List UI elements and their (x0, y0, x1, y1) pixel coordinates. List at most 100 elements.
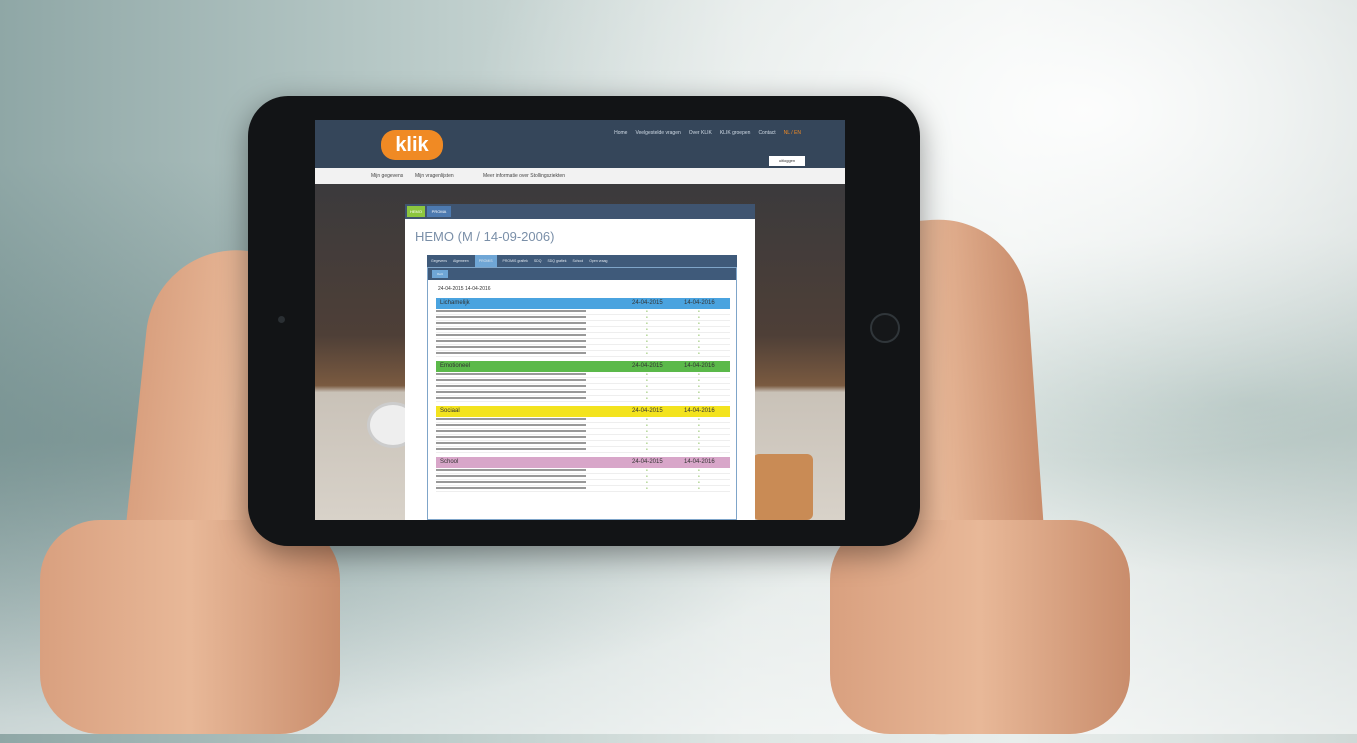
answer-dot-1: ● (646, 435, 648, 439)
row-text-placeholder (436, 430, 586, 433)
tab-algemeen[interactable]: Algemeen (453, 255, 469, 267)
tab-promis[interactable]: PROMIS (474, 255, 497, 267)
tab-proma[interactable]: PROMA (427, 206, 451, 217)
tablet-screen: klik Home Veelgestelde vragen Over KLIK … (315, 120, 845, 520)
section-title: Emotioneel (440, 363, 471, 369)
sub-nav: Mijn gegevens Mijn vragenlijsten Meer in… (315, 168, 845, 184)
answer-dot-2: ● (698, 390, 700, 394)
tab-gegevens[interactable]: Gegevens (431, 255, 447, 267)
answer-dot-1: ● (646, 384, 648, 388)
row-text-placeholder (436, 397, 586, 400)
answer-dot-2: ● (698, 327, 700, 331)
answer-dot-2: ● (698, 351, 700, 355)
answer-dot-1: ● (646, 390, 648, 394)
answer-dot-2: ● (698, 339, 700, 343)
answer-dot-1: ● (646, 321, 648, 325)
section-emotioneel: Emotioneel 24-04-2015 14-04-2016 ● ● ● ● ● ● ● ● ● ● (436, 361, 730, 402)
answer-dot-2: ● (698, 384, 700, 388)
row-text-placeholder (436, 475, 586, 478)
answer-dot-1: ● (646, 339, 648, 343)
nav-home[interactable]: Home (614, 130, 627, 136)
notebook (753, 454, 813, 520)
section-lichamelijk: Lichamelijk 24-04-2015 14-04-2016 ● ● ● ● ● ● ● ● ●… (436, 298, 730, 357)
home-button[interactable] (870, 313, 900, 343)
tab-hemo[interactable]: HEMO (407, 206, 425, 217)
row-text-placeholder (436, 373, 586, 376)
section-header: Lichamelijk 24-04-2015 14-04-2016 (436, 298, 730, 309)
nav-about[interactable]: Over KLIK (689, 130, 712, 136)
answer-dot-2: ● (698, 315, 700, 319)
answer-dot-2: ● (698, 378, 700, 382)
row-text-placeholder (436, 316, 586, 319)
answer-dot-1: ● (646, 333, 648, 337)
section-school: School 24-04-2015 14-04-2016 ● ● ● ● ● ● ● ● (436, 457, 730, 492)
row-text-placeholder (436, 481, 586, 484)
answer-dot-1: ● (646, 351, 648, 355)
section-date-1: 24-04-2015 (632, 459, 663, 465)
row-text-placeholder (436, 310, 586, 313)
answer-dot-2: ● (698, 447, 700, 451)
inner-header: Kort (428, 268, 736, 280)
kort-button[interactable]: Kort (432, 270, 448, 278)
answer-dot-1: ● (646, 468, 648, 472)
nav-contact[interactable]: Contact (758, 130, 775, 136)
answer-dot-2: ● (698, 435, 700, 439)
answer-dot-1: ● (646, 417, 648, 421)
row-text-placeholder (436, 436, 586, 439)
tab-sdq-grafiek[interactable]: SDQ grafiek (547, 255, 566, 267)
page-title: HEMO (M / 14-09-2006) (415, 229, 555, 244)
answer-dot-1: ● (646, 327, 648, 331)
table-row: ● ● (436, 447, 730, 453)
tab-school[interactable]: School (573, 255, 584, 267)
tab-sdq[interactable]: SDQ (534, 255, 542, 267)
results-table-container: Kort 24-04-2015 14-04-2016 Lichamelijk 24… (427, 267, 737, 520)
site-header: klik Home Veelgestelde vragen Over KLIK … (315, 120, 845, 168)
section-title: Lichamelijk (440, 300, 470, 306)
logout-button[interactable]: uitloggen (769, 156, 805, 166)
row-text-placeholder (436, 340, 586, 343)
answer-dot-1: ● (646, 396, 648, 400)
subnav-my-questionnaires[interactable]: Mijn vragenlijsten (415, 168, 454, 184)
main-nav: Home Veelgestelde vragen Over KLIK KLIK … (614, 130, 801, 136)
answer-dot-2: ● (698, 429, 700, 433)
answer-dot-1: ● (646, 474, 648, 478)
answer-dot-1: ● (646, 309, 648, 313)
answer-dot-1: ● (646, 372, 648, 376)
answer-dot-1: ● (646, 378, 648, 382)
answer-dot-2: ● (698, 333, 700, 337)
answer-dot-1: ● (646, 345, 648, 349)
section-header: School 24-04-2015 14-04-2016 (436, 457, 730, 468)
answer-dot-2: ● (698, 468, 700, 472)
row-text-placeholder (436, 424, 586, 427)
panel-tab-bar (405, 204, 755, 219)
measurement-dates: 24-04-2015 14-04-2016 (438, 286, 491, 292)
klik-logo[interactable]: klik (381, 130, 443, 160)
camera-icon (278, 316, 285, 323)
nav-faq[interactable]: Veelgestelde vragen (635, 130, 680, 136)
section-date-2: 14-04-2016 (684, 300, 715, 306)
answer-dot-2: ● (698, 345, 700, 349)
answer-dot-2: ● (698, 441, 700, 445)
answer-dot-2: ● (698, 417, 700, 421)
subnav-my-details[interactable]: Mijn gegevens (371, 168, 403, 184)
row-text-placeholder (436, 385, 586, 388)
section-date-1: 24-04-2015 (632, 408, 663, 414)
row-text-placeholder (436, 334, 586, 337)
answer-dot-2: ● (698, 372, 700, 376)
answer-dot-2: ● (698, 321, 700, 325)
section-date-1: 24-04-2015 (632, 300, 663, 306)
section-date-2: 14-04-2016 (684, 363, 715, 369)
row-text-placeholder (436, 469, 586, 472)
answer-dot-2: ● (698, 396, 700, 400)
section-sociaal: Sociaal 24-04-2015 14-04-2016 ● ● ● ● ● ● ● ● ● ● ● ● (436, 406, 730, 453)
results-panel: HEMO (M / 14-09-2006) Gegevens Algemeen … (405, 219, 755, 520)
nav-groups[interactable]: KLIK groepen (720, 130, 751, 136)
language-switch[interactable]: NL / EN (784, 130, 801, 136)
answer-dot-1: ● (646, 423, 648, 427)
subnav-more-info[interactable]: Meer informatie over Stollingsziekten (483, 168, 565, 184)
table-row: ● ● (436, 396, 730, 402)
answer-dot-1: ● (646, 480, 648, 484)
row-text-placeholder (436, 379, 586, 382)
tab-promis-grafiek[interactable]: PROMIS grafiek (503, 255, 528, 267)
tab-open-vraag[interactable]: Open vraag (589, 255, 607, 267)
